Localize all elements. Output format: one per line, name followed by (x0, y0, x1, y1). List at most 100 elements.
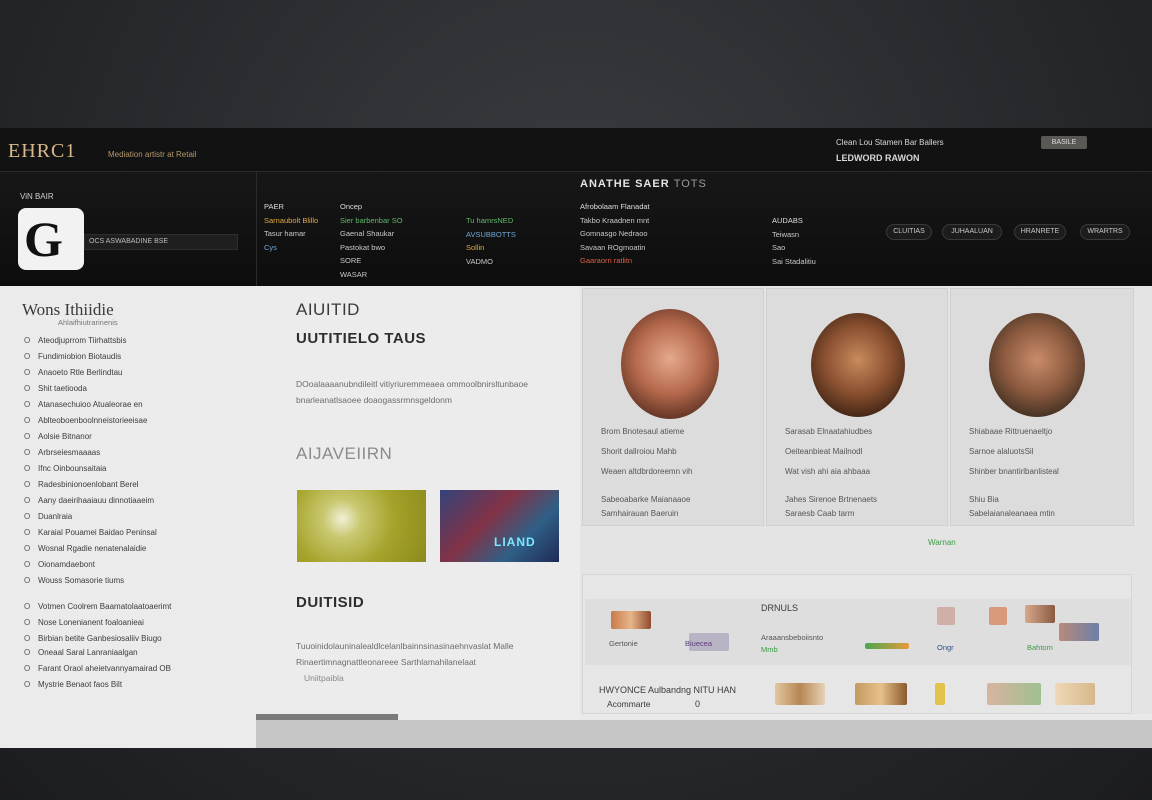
profile-avatar-2[interactable] (811, 313, 905, 417)
thumbnail-image-1[interactable] (297, 490, 426, 562)
header-col2-line[interactable]: Gaenal Shaukar (340, 227, 403, 241)
sidebar-item-icon: O (24, 464, 31, 473)
sidebar-item[interactable]: O Wosnal Rgadie nenatenalaidie (24, 544, 146, 556)
lower-row2-thumb-3[interactable] (935, 683, 945, 705)
lower-item[interactable]: Ongr (937, 643, 954, 652)
account-label: ViN BAIR (20, 192, 54, 201)
header-col4-line[interactable]: Gaaraorn ratlitn (580, 254, 650, 268)
sidebar-item[interactable]: O Aolsie Bitnanor (24, 432, 92, 444)
lower-thumb-6[interactable] (1059, 623, 1099, 641)
header-col4-line[interactable]: Gomnasgo Nedraoo (580, 227, 650, 241)
sidebar-item[interactable]: O Duanlraia (24, 512, 72, 524)
header-button-1[interactable]: CLUITIAS (886, 224, 932, 240)
sidebar-item[interactable]: O Mystrie Benaot faos Bilt (24, 680, 122, 692)
sidebar-item-icon: O (24, 680, 31, 689)
lower-thumb-3[interactable] (937, 607, 955, 625)
sidebar-item[interactable]: O Ablteoboenboolnneistorieeisae (24, 416, 147, 428)
card-2-line: Jahes Sirenoe Brtnenaets (785, 495, 878, 504)
lower-item[interactable]: Mmb (761, 645, 778, 654)
card-3-line: Shinber bnantirlbanlisteal (969, 467, 1059, 476)
lower-item[interactable]: Araaansbeboiisnto (761, 633, 823, 642)
profile-card-2[interactable]: Sarasab Elnaatahiudbes Oeiteanbieat Mail… (766, 288, 948, 526)
horizontal-scrollbar-thumb[interactable] (256, 714, 398, 720)
sidebar-item[interactable]: O Farant Oraol aheietvannyamairad OB (24, 664, 171, 676)
sidebar-item[interactable]: O Oneaal Saral Lanraniaalgan (24, 648, 138, 660)
header-column-2: Oncep Sier barbenbar SO Gaenal Shaukar P… (340, 200, 403, 281)
sidebar-item-icon: O (24, 480, 31, 489)
sidebar-item-label: Karaial Pouamei Baidao Peninsal (38, 528, 157, 537)
sidebar-item[interactable]: O Fundimiobion Biotaudis (24, 352, 121, 364)
header-col4-line[interactable]: Afrobolaam Flanadat (580, 200, 650, 214)
sidebar-item[interactable]: O Aany daeirihaaiauu dinnotiaaeim (24, 496, 154, 508)
lower-item[interactable]: Gertonie (609, 639, 638, 648)
header-col4-line[interactable]: Savaan ROgmoatin (580, 241, 650, 255)
header-col5-line[interactable]: AUDABS (772, 214, 816, 228)
header-col1-line[interactable]: Cys (264, 241, 318, 255)
lower-row2-thumb-5[interactable] (1055, 683, 1095, 705)
header-column-5: AUDABS Teiwasn Sao Sai Stadalitiu (772, 214, 816, 268)
profile-avatar-1[interactable] (621, 309, 719, 419)
profile-card-3[interactable]: Shiabaae Rittruenaeltjo Sarnoe alaluotsS… (950, 288, 1134, 526)
header-col1-line[interactable]: Tasur hamar (264, 227, 318, 241)
header-col1-line[interactable]: Sarnaubolt Blillo (264, 214, 318, 228)
lower-row2-subtitle: Acommarte (607, 699, 651, 709)
header-col2-line[interactable]: WASAR (340, 268, 403, 282)
header-col2-line[interactable]: Oncep (340, 200, 403, 214)
lower-row2-thumb-1[interactable] (775, 683, 825, 705)
sidebar-item-icon: O (24, 352, 31, 361)
sidebar-item-label: Wouss Somasorie tiums (38, 576, 125, 585)
view-more-link[interactable]: Warnan (928, 538, 956, 547)
sidebar-item[interactable]: O Ifnc Oinbounsaitaia (24, 464, 107, 476)
lower-thumb-1[interactable] (611, 611, 651, 629)
header-col4-line[interactable]: Takbo Kraadnen mnt (580, 214, 650, 228)
header-col3-line[interactable]: Tu hamrsNED (466, 214, 516, 228)
header-col5-line[interactable]: Sao (772, 241, 816, 255)
sidebar-item[interactable]: O Ateodjuprrom Tiirhattsbis (24, 336, 126, 348)
header-button-4[interactable]: WRARTRS (1080, 224, 1130, 240)
lower-item[interactable]: Biuecea (685, 639, 712, 648)
top-right-line-2[interactable]: LEDWORD RAWON (836, 153, 1056, 163)
top-right-button[interactable]: BASILE (1041, 136, 1087, 149)
lower-panel-strip: DRNULS Gertonie Biuecea Araaansbeboiisnt… (585, 599, 1131, 665)
sidebar-item[interactable]: O Oionamdaebont (24, 560, 95, 572)
sidebar-item-label: Fundimiobion Biotaudis (38, 352, 122, 361)
lower-item[interactable]: Bahtom (1027, 643, 1053, 652)
lower-thumb-5[interactable] (1025, 605, 1055, 623)
profile-avatar-3[interactable] (989, 313, 1085, 417)
sidebar-item[interactable]: O Birbian betite Ganbesiosaliiv Biugo (24, 634, 162, 646)
header-button-2[interactable]: JUHAALUAN (942, 224, 1002, 240)
header-col2-line[interactable]: Sier barbenbar SO (340, 214, 403, 228)
card-3-line: Shiabaae Rittruenaeltjo (969, 427, 1053, 436)
profile-card-1[interactable]: Brom Bnotesaul atieme Shorit dallroiou M… (582, 288, 764, 526)
sidebar-item[interactable]: O Wouss Somasorie tiums (24, 576, 124, 588)
header-col2-line[interactable]: SORE (340, 254, 403, 268)
lower-row2-thumb-4[interactable] (987, 683, 1041, 705)
sidebar-item[interactable]: O Karaial Pouamei Baidao Peninsal (24, 528, 157, 540)
sidebar-item[interactable]: O Atanasechuioo Atualeorae en (24, 400, 143, 412)
section3-link[interactable]: Uniitpaibla (304, 670, 554, 686)
lower-thumb-4[interactable] (989, 607, 1007, 625)
header-col3-line[interactable]: VADMO (466, 255, 516, 269)
card-1-line: Weaen altdbrdoreemn vih (601, 467, 693, 476)
header-col3-line[interactable]: AVSUBBOTTS (466, 228, 516, 242)
header-col1-line[interactable]: PAER (264, 200, 318, 214)
horizontal-scrollbar-track[interactable] (256, 720, 1152, 748)
lower-row2-thumb-2[interactable] (855, 683, 907, 705)
header-col5-line[interactable]: Teiwasn (772, 228, 816, 242)
brand-logo[interactable]: EHRC1 (8, 140, 76, 163)
sidebar-item[interactable]: O Radesbinionoenlobant Berel (24, 480, 139, 492)
sidebar-item[interactable]: O Nose Lonenianent foaloanieai (24, 618, 144, 630)
header-col5-line[interactable]: Sai Stadalitiu (772, 255, 816, 269)
sidebar-item-label: Anaoeto Rtle Berlindtau (38, 368, 123, 377)
header-col3-line[interactable]: Sollin (466, 241, 516, 255)
sidebar-item[interactable]: O Shit taetiooda (24, 384, 87, 396)
sidebar-item-label: Votmen Coolrem Baamatolaatoaerimt (38, 602, 172, 611)
header-col2-line[interactable]: Pastokat bwo (340, 241, 403, 255)
thumbnail-image-2[interactable]: LIAND (440, 490, 559, 562)
account-field[interactable]: OCS ASWABADINE BSE (84, 234, 238, 250)
sidebar-item[interactable]: O Votmen Coolrem Baamatolaatoaerimt (24, 602, 171, 614)
sidebar-item[interactable]: O Anaoeto Rtle Berlindtau (24, 368, 123, 380)
site-logo-icon[interactable]: G (18, 208, 84, 270)
sidebar-item[interactable]: O Arbrseiesmaaaas (24, 448, 100, 460)
header-button-3[interactable]: HRANRETE (1014, 224, 1066, 240)
